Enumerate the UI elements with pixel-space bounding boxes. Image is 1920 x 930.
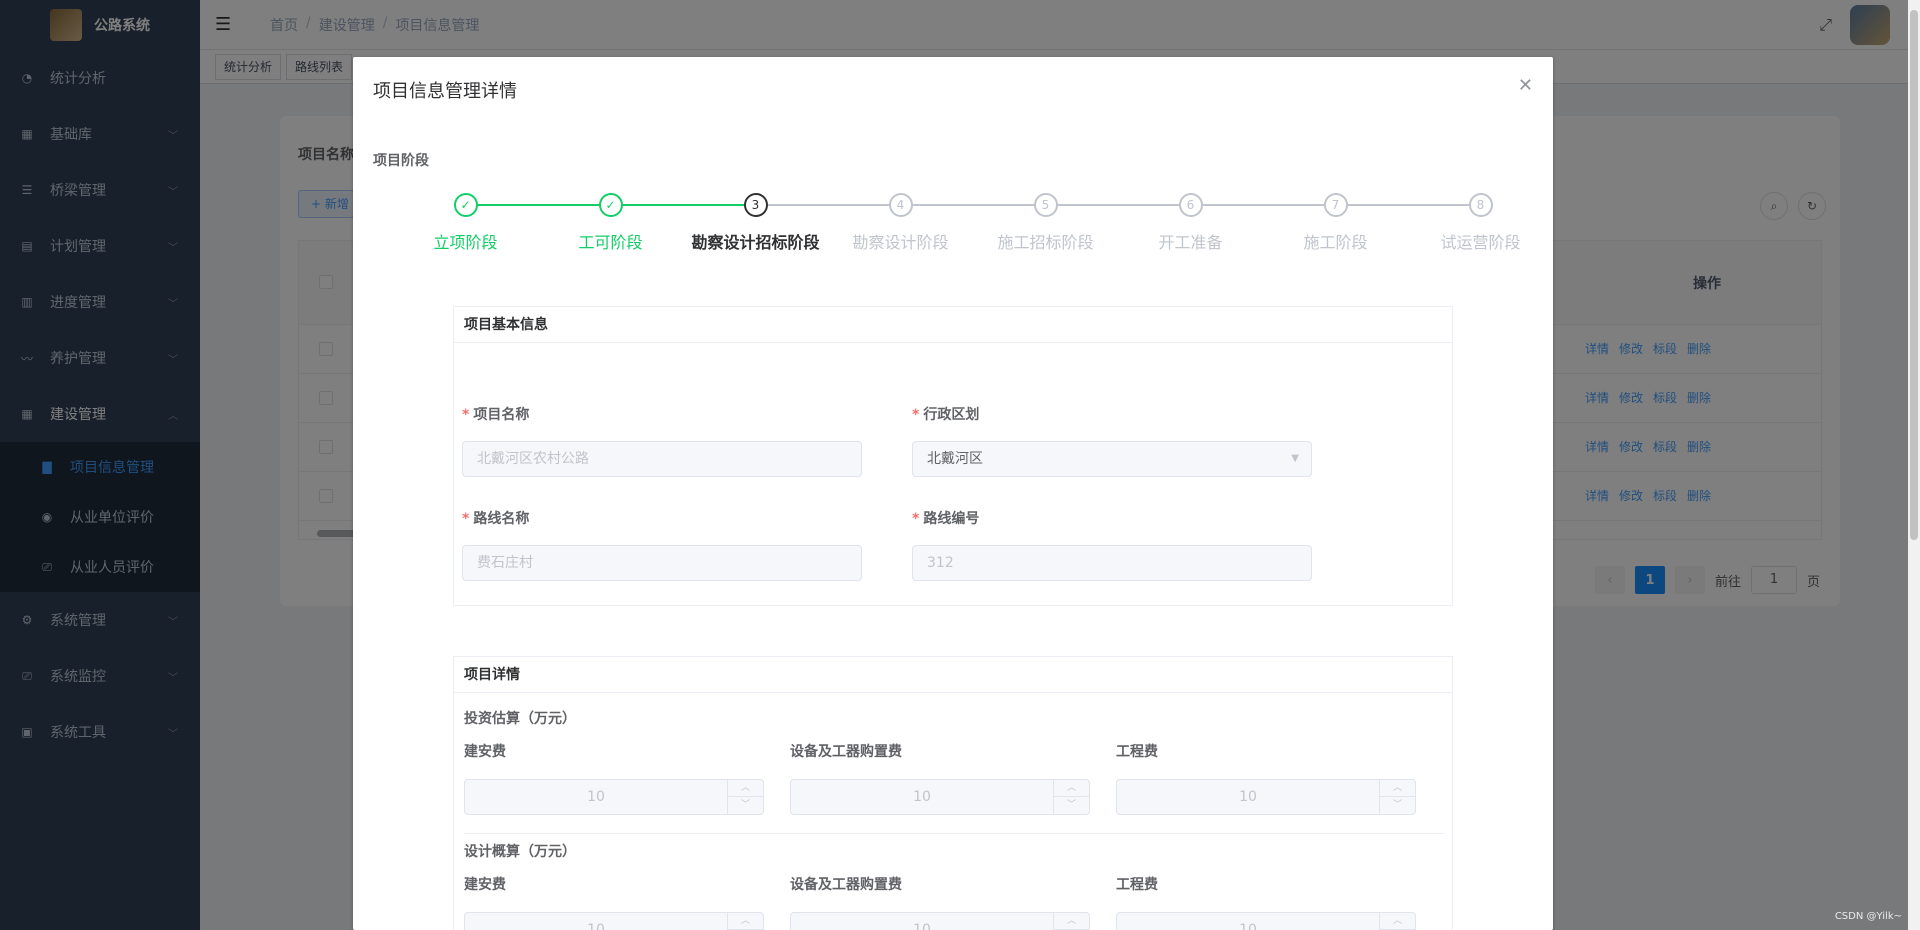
chevron-down-icon: ▼ <box>1291 453 1299 464</box>
engineering-fee-label: 工程费 <box>1116 744 1158 760</box>
step-label: 立项阶段 <box>433 233 498 252</box>
step-connector <box>767 204 900 206</box>
stepper-controls[interactable]: ︿﹀ <box>1053 913 1089 930</box>
step-label: 开工准备 <box>1158 233 1223 252</box>
value: 10 <box>587 922 605 930</box>
stepper-controls[interactable]: ︿﹀ <box>1379 780 1415 814</box>
chevron-up-icon: ︿ <box>728 913 763 930</box>
route-code-label: * 路线编号 <box>912 511 980 527</box>
engineering-fee-label: 工程费 <box>1116 877 1158 893</box>
chevron-down-icon: ﹀ <box>1066 800 1076 810</box>
step-connector <box>477 204 610 206</box>
step-number: 7 <box>1323 193 1348 217</box>
step-number: 8 <box>1468 193 1493 217</box>
step-label: 施工招标阶段 <box>997 233 1094 252</box>
project-name-input[interactable]: 北戴河区农村公路 <box>462 441 862 477</box>
chevron-up-icon: ︿ <box>1380 780 1415 797</box>
chevron-down-icon: ﹀ <box>740 800 750 810</box>
region-label: * 行政区划 <box>912 407 980 423</box>
step-connector <box>1057 204 1190 206</box>
project-detail-section: 项目详情 投资估算（万元） 建安费 10 ︿ ﹀ 设备及工器购置费 10 ︿ ﹀ 工… <box>453 656 1453 930</box>
route-name-input[interactable]: 费石庄村 <box>462 545 862 581</box>
construction-fee-label: 建安费 <box>464 744 506 760</box>
value: 10 <box>913 922 931 930</box>
scrollbar-thumb[interactable] <box>1910 10 1918 540</box>
step-feasibility: ✓ 工可阶段 <box>538 193 683 253</box>
check-icon: ✓ <box>598 193 623 217</box>
step-label: 勘察设计招标阶段 <box>691 233 820 252</box>
invest-construction-fee-input[interactable]: 10 ︿ ﹀ <box>464 779 764 815</box>
stepper-controls[interactable]: ︿﹀ <box>1379 913 1415 930</box>
step-label: 试运营阶段 <box>1440 233 1521 252</box>
chevron-up-icon: ︿ <box>1380 913 1415 930</box>
app-root: 公路系统 ◔ 统计分析 ▦ 基础库 ﹀ ☰ 桥梁管理 ﹀ ▤ 计划管理 ﹀ ▥ … <box>0 0 1920 930</box>
step-number: 5 <box>1033 193 1058 217</box>
value: 10 <box>1239 922 1257 930</box>
invest-engineering-fee-input[interactable]: 10 ︿ ﹀ <box>1116 779 1416 815</box>
step-label: 工可阶段 <box>578 233 643 252</box>
basic-info-section: 项目基本信息 * 项目名称 北戴河区农村公路 * 行政区划 北戴河区 ▼ * 路线名称… <box>453 306 1453 606</box>
step-number: 6 <box>1178 193 1203 217</box>
construction-fee-label: 建安费 <box>464 877 506 893</box>
step-connector <box>912 204 1045 206</box>
step-number: 4 <box>888 193 913 217</box>
project-steps: ✓ 立项阶段 ✓ 工可阶段 3 勘察设计招标阶段 4 勘察设计阶段 5 施工招标… <box>393 193 1553 253</box>
value: 10 <box>913 789 931 805</box>
step-survey-tender: 3 勘察设计招标阶段 <box>683 193 828 253</box>
stepper-controls[interactable]: ︿﹀ <box>727 780 763 814</box>
invest-equipment-fee-input[interactable]: 10 ︿ ﹀ <box>790 779 1090 815</box>
chevron-up-icon: ︿ <box>1054 780 1089 797</box>
value: 10 <box>587 789 605 805</box>
step-trial-operation: 8 试运营阶段 <box>1408 193 1553 253</box>
step-label: 勘察设计阶段 <box>852 233 949 252</box>
equipment-fee-label: 设备及工器购置费 <box>790 744 902 760</box>
design-engineering-fee-input[interactable]: 10 ︿﹀ <box>1116 912 1416 930</box>
step-connector <box>1347 204 1480 206</box>
stepper-controls[interactable]: ︿﹀ <box>1053 780 1089 814</box>
step-number: 3 <box>743 193 768 217</box>
design-equipment-fee-input[interactable]: 10 ︿﹀ <box>790 912 1090 930</box>
value: 10 <box>1239 789 1257 805</box>
region-select[interactable]: 北戴河区 ▼ <box>912 441 1312 477</box>
page-vertical-scrollbar[interactable] <box>1908 0 1920 930</box>
close-icon[interactable]: ✕ <box>1518 75 1533 96</box>
project-name-label: * 项目名称 <box>462 407 530 423</box>
chevron-up-icon: ︿ <box>728 780 763 797</box>
equipment-fee-label: 设备及工器购置费 <box>790 877 902 893</box>
watermark: CSDN @Yilk~ <box>1834 911 1902 922</box>
step-construction-tender: 5 施工招标阶段 <box>973 193 1118 253</box>
divider <box>464 833 1444 834</box>
design-estimate-title: 设计概算（万元） <box>464 844 576 860</box>
step-label: 施工阶段 <box>1303 233 1368 252</box>
step-prep: 6 开工准备 <box>1118 193 1263 253</box>
step-project-approval: ✓ 立项阶段 <box>393 193 538 253</box>
chevron-down-icon: ﹀ <box>1392 800 1402 810</box>
region-value: 北戴河区 <box>927 451 983 467</box>
check-icon: ✓ <box>453 193 478 217</box>
chevron-up-icon: ︿ <box>1054 913 1089 930</box>
stepper-controls[interactable]: ︿﹀ <box>727 913 763 930</box>
step-connector <box>1202 204 1335 206</box>
section-title: 项目基本信息 <box>454 307 1452 343</box>
invest-estimate-title: 投资估算（万元） <box>464 711 576 727</box>
section-title: 项目详情 <box>454 657 1452 693</box>
design-construction-fee-input[interactable]: 10 ︿﹀ <box>464 912 764 930</box>
step-survey-design: 4 勘察设计阶段 <box>828 193 973 253</box>
dialog-title: 项目信息管理详情 <box>373 81 517 102</box>
route-name-label: * 路线名称 <box>462 511 530 527</box>
route-code-input[interactable]: 312 <box>912 545 1312 581</box>
stage-label: 项目阶段 <box>373 153 429 169</box>
project-detail-dialog: 项目信息管理详情 ✕ 项目阶段 ✓ 立项阶段 ✓ 工可阶段 3 勘察设计招标阶段 <box>353 57 1553 930</box>
step-connector <box>622 204 755 206</box>
step-construction: 7 施工阶段 <box>1263 193 1408 253</box>
